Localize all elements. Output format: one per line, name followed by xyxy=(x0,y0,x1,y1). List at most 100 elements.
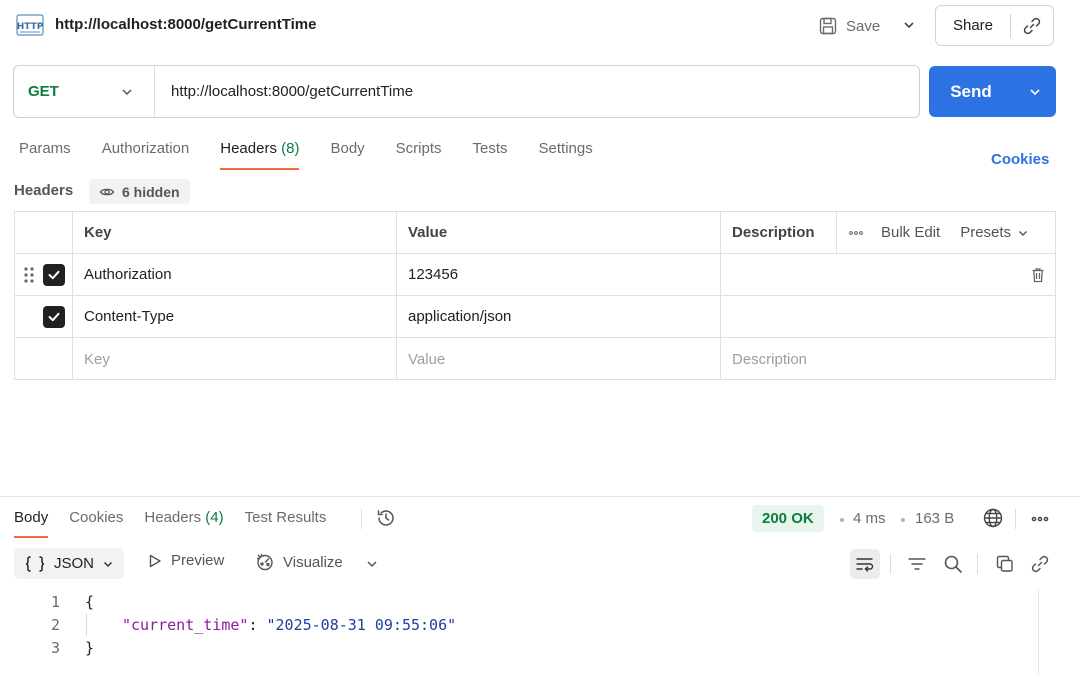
tab-body[interactable]: Body xyxy=(330,140,364,172)
json-value: "2025-08-31 09:55:06" xyxy=(266,615,457,634)
column-description: Description xyxy=(721,212,837,253)
row-controls xyxy=(15,296,73,337)
response-size[interactable]: 163 B xyxy=(915,510,954,527)
url-bar: GET xyxy=(13,65,920,118)
response-tab-headers[interactable]: Headers (4) xyxy=(144,509,223,539)
line-number: 2 xyxy=(50,615,60,634)
tab-params[interactable]: Params xyxy=(19,140,71,172)
code-text: } xyxy=(85,638,95,657)
visualize-icon xyxy=(255,552,275,572)
new-value-input[interactable]: Value xyxy=(397,338,721,380)
send-options-button[interactable] xyxy=(1013,85,1056,99)
history-icon[interactable] xyxy=(375,507,397,529)
trash-icon[interactable] xyxy=(1029,266,1047,284)
stat-separator xyxy=(840,518,844,522)
code-line: 3 } xyxy=(0,636,94,659)
tab-authorization[interactable]: Authorization xyxy=(102,140,190,172)
play-icon xyxy=(147,553,163,569)
chevron-down-icon xyxy=(902,18,916,32)
save-options-button[interactable] xyxy=(898,14,920,36)
share-button[interactable]: Share xyxy=(936,6,1010,45)
format-label: JSON xyxy=(54,555,95,572)
copy-button[interactable] xyxy=(990,549,1020,579)
header-value-cell[interactable]: application/json xyxy=(397,296,721,337)
table-actions: Bulk Edit Presets xyxy=(837,212,1055,253)
tab-headers[interactable]: Headers (8) xyxy=(220,140,300,172)
save-icon xyxy=(818,16,838,36)
stat-separator xyxy=(901,518,905,522)
tab-tests[interactable]: Tests xyxy=(473,140,508,172)
toolbar-divider xyxy=(890,554,891,574)
table-row: Content-Type application/json xyxy=(15,296,1055,338)
response-tab-headers-count: (4) xyxy=(205,509,224,526)
tab-scripts[interactable]: Scripts xyxy=(396,140,442,172)
response-tabs: Body Cookies Headers (4) Test Results xyxy=(14,509,347,539)
share-group: Share xyxy=(935,5,1054,46)
checkbox-icon[interactable] xyxy=(43,263,65,286)
chevron-down-icon xyxy=(1017,227,1029,239)
save-label: Save xyxy=(846,17,881,35)
json-key: "current_time" xyxy=(122,615,249,634)
response-tab-test-results[interactable]: Test Results xyxy=(245,509,327,539)
url-input[interactable] xyxy=(155,66,919,117)
presets-label: Presets xyxy=(960,224,1012,241)
send-label: Send xyxy=(950,81,992,101)
header-key-cell[interactable]: Content-Type xyxy=(73,296,397,337)
bulk-edit-button[interactable]: Bulk Edit xyxy=(881,224,940,241)
search-icon xyxy=(943,554,963,574)
new-key-input[interactable]: Key xyxy=(73,338,397,380)
cookies-link[interactable]: Cookies xyxy=(991,151,1049,168)
checkbox-icon[interactable] xyxy=(43,305,65,328)
response-tab-divider xyxy=(361,509,362,529)
more-options-button[interactable] xyxy=(849,230,863,236)
tab-headers-label: Headers xyxy=(220,140,277,157)
format-select[interactable]: JSON xyxy=(14,548,124,579)
response-divider[interactable] xyxy=(0,496,1080,497)
scrollbar[interactable] xyxy=(1038,590,1039,675)
more-icon[interactable] xyxy=(1031,515,1049,523)
status-badge[interactable]: 200 OK xyxy=(752,505,824,532)
filter-button[interactable] xyxy=(902,549,932,579)
preview-button[interactable]: Preview xyxy=(147,552,224,569)
hidden-headers-toggle[interactable]: 6 hidden xyxy=(89,179,190,204)
table-header-row: Key Value Description Bulk Edit Presets xyxy=(15,212,1055,254)
indent-guide xyxy=(86,613,87,636)
wrap-lines-button[interactable] xyxy=(850,549,880,579)
toolbar-divider xyxy=(977,554,978,574)
header-description-cell[interactable] xyxy=(721,296,1055,337)
method-select[interactable]: GET xyxy=(14,66,155,117)
tab-settings[interactable]: Settings xyxy=(539,140,593,172)
http-icon-label: HTTP xyxy=(17,22,44,32)
response-time[interactable]: 4 ms xyxy=(853,510,886,527)
request-title[interactable]: http://localhost:8000/getCurrentTime xyxy=(55,16,316,33)
visualize-options-button[interactable] xyxy=(357,549,387,579)
more-icon xyxy=(849,230,863,236)
grip-icon[interactable] xyxy=(23,266,35,284)
presets-dropdown[interactable]: Presets xyxy=(960,224,1029,241)
chevron-down-icon xyxy=(120,85,134,99)
code-text: { xyxy=(85,592,95,611)
globe-icon[interactable] xyxy=(982,507,1004,529)
line-number: 1 xyxy=(50,592,60,611)
search-button[interactable] xyxy=(938,549,968,579)
response-body-viewer[interactable]: 1 { 2 "current_time": "2025-08-31 09:55:… xyxy=(0,590,1038,675)
copy-link-button[interactable] xyxy=(1011,6,1053,45)
stat-divider xyxy=(1015,509,1016,529)
new-description-input[interactable]: Description xyxy=(721,338,1055,380)
header-value-cell[interactable]: 123456 xyxy=(397,254,721,295)
response-tab-cookies[interactable]: Cookies xyxy=(69,509,123,539)
hidden-headers-label: 6 hidden xyxy=(122,183,180,200)
header-key-cell[interactable]: Authorization xyxy=(73,254,397,295)
table-header-cell xyxy=(15,212,73,253)
send-button[interactable]: Send xyxy=(929,66,1056,117)
copy-link-response-button[interactable] xyxy=(1025,549,1055,579)
code-line: 1 { xyxy=(0,590,94,613)
visualize-button[interactable]: Visualize xyxy=(255,552,343,572)
row-controls xyxy=(15,254,73,295)
table-row: Authorization 123456 xyxy=(15,254,1055,296)
method-label: GET xyxy=(28,83,59,100)
header-description-cell[interactable] xyxy=(721,254,1055,295)
link-icon xyxy=(1022,16,1042,36)
save-button[interactable]: Save xyxy=(818,12,880,40)
response-tab-body[interactable]: Body xyxy=(14,509,49,539)
